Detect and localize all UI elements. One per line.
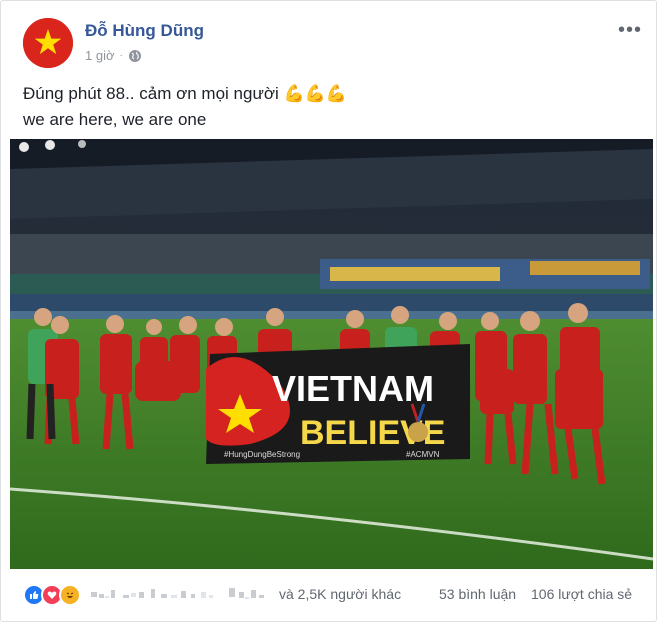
vietnam-flag-star-icon [23,18,73,68]
vietnam-believe-banner: VIETNAM BELIEVE #ACMVN #HungDungBeStrong [206,344,470,464]
comments-count-link[interactable]: 53 bình luận [439,586,516,602]
medal-icon [408,422,428,442]
separator-dot: · [119,50,123,61]
post-meta: 1 giờ · [85,48,142,63]
more-options-icon[interactable]: ••• [618,19,642,42]
post-text: Đúng phút 88.. cảm ơn mọi người 💪💪💪 we a… [23,81,636,133]
flexed-biceps-icon: 💪💪💪 [283,84,347,103]
post-photo[interactable]: VIETNAM BELIEVE #ACMVN #HungDungBeStrong [10,139,653,569]
banner-small-text: #HungDungBeStrong [224,450,300,459]
haha-icon[interactable] [59,584,81,606]
shares-count-link[interactable]: 106 lượt chia sẻ [531,586,632,602]
post-text-line2: we are here, we are one [23,110,207,129]
author-name[interactable]: Đỗ Hùng Dũng [85,21,204,41]
post-text-line1-text: Đúng phút 88.. cảm ơn mọi người [23,84,279,103]
reactions-others-text[interactable]: và 2,5K người khác [279,586,401,602]
globe-icon[interactable] [128,49,142,63]
team-photo: VIETNAM BELIEVE #ACMVN #HungDungBeStrong [10,139,653,569]
post-time[interactable]: 1 giờ [85,48,115,63]
banner-text-vietnam: VIETNAM [272,368,434,409]
banner-hashtag: #ACMVN [406,450,440,459]
post-footer: và 2,5K người khác 53 bình luận 106 lượt… [1,569,656,621]
avatar[interactable] [23,18,73,68]
post-text-line1: Đúng phút 88.. cảm ơn mọi người 💪💪💪 [23,81,636,107]
reactions-summary[interactable] [23,584,81,606]
reactor-names-blurred[interactable] [89,586,267,602]
post-card: Đỗ Hùng Dũng 1 giờ · ••• Đúng phút 88.. … [0,0,657,622]
